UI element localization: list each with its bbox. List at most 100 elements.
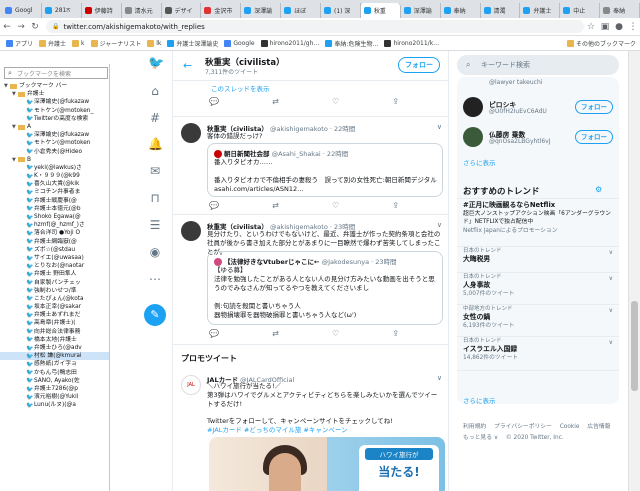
bookmark-item[interactable]: 🐦 橋本太地(弁護士 bbox=[0, 336, 109, 344]
like-icon[interactable]: ♡ bbox=[332, 329, 339, 338]
avatar[interactable] bbox=[181, 221, 201, 241]
share-icon[interactable]: ⇪ bbox=[392, 329, 399, 338]
bookmark-item[interactable]: 🐦 ミコチン弁事者ま bbox=[0, 188, 109, 196]
bookmark-item[interactable]: 🐦 とりなお(@naotar bbox=[0, 262, 109, 270]
bookmark-item[interactable]: 🐦 深澤諭史(@fukazaw bbox=[0, 98, 109, 106]
bookmark-bar-item[interactable]: アプリ bbox=[6, 39, 33, 48]
bookmark-item[interactable]: 🐦 サイエ(@uwasaa) bbox=[0, 254, 109, 262]
reload-icon[interactable]: ↻ bbox=[28, 22, 42, 32]
bookmark-item[interactable]: 🐦 こたぴょん(@kota bbox=[0, 295, 109, 303]
bookmark-item[interactable]: 🐦 弁護士 野田隼人 bbox=[0, 270, 109, 278]
trend-item-2[interactable]: 日本のトレンド 大晦税男 ∨ bbox=[457, 246, 619, 272]
back-icon[interactable]: ← bbox=[0, 22, 14, 32]
trend-item-1[interactable]: #正月に映画観るならNetflix 超巨大ノンストップアクション映画「6アンダー… bbox=[457, 198, 619, 246]
bookmark-bar-item[interactable]: ジャーナリスト bbox=[90, 39, 141, 48]
footer-cookie-link[interactable]: Cookie bbox=[560, 424, 580, 430]
promo-hashtags[interactable]: #JALカード #どっちのマイル旅 #キャンペーン bbox=[207, 426, 443, 435]
bookmark-item[interactable]: 🐦 弁護士7286(@p bbox=[0, 385, 109, 393]
bookmark-item[interactable]: 🐦 濱元裕樹(@Yukil bbox=[0, 393, 109, 401]
bookmark-item[interactable]: 🐦 弁護士ひろ(@adv bbox=[0, 344, 109, 352]
browser-tab[interactable]: 中止 bbox=[560, 3, 601, 18]
bookmark-item[interactable]: 🐦 強制わいせつ/準 bbox=[0, 287, 109, 295]
bookmark-item[interactable]: 🐦 モトケン(@motoken bbox=[0, 139, 109, 147]
who-show-more-link[interactable]: さらに表示 bbox=[463, 157, 496, 167]
bookmark-item[interactable]: 🐦 向井総合法律事務 bbox=[0, 328, 109, 336]
footer-more-link[interactable]: もっと見る ∨ bbox=[463, 435, 498, 441]
share-icon[interactable]: ⇪ bbox=[392, 97, 399, 106]
promo-image[interactable]: ハワイ旅行が 当たる! bbox=[209, 437, 445, 491]
list-icon[interactable]: ☰ bbox=[148, 218, 162, 232]
trend-item-5[interactable]: 日本のトレンド イスラエル入国録 14,862件のツイート ∨ bbox=[457, 336, 619, 368]
bookmark-item[interactable]: 🐦 モトケン(@motoken_ bbox=[0, 107, 109, 115]
gear-icon[interactable]: ⚙ bbox=[595, 185, 602, 194]
star-icon[interactable]: ☆ bbox=[584, 22, 598, 32]
browser-tab[interactable]: 深澤諭 bbox=[241, 3, 282, 18]
bookmark-item[interactable]: 🐦 村松 謙(@kmurai bbox=[0, 352, 109, 361]
avatar[interactable] bbox=[463, 97, 483, 117]
footer-ads-link[interactable]: 広告情報 bbox=[587, 424, 610, 430]
bookmark-item[interactable]: 🐦 自家製パンチェッ bbox=[0, 279, 109, 287]
quoted-tweet[interactable]: 朝日新聞社会部 @Asahi_Shakai · 22時間 番入りタピオカ…… 番… bbox=[207, 143, 443, 197]
reply-icon[interactable]: 💬 bbox=[209, 201, 219, 210]
twitter-logo-icon[interactable]: 🐦 bbox=[148, 57, 164, 71]
like-icon[interactable]: ♡ bbox=[332, 97, 339, 106]
bookmark-item[interactable]: 🐦 SANO, Ayako(佐 bbox=[0, 377, 109, 385]
bookmark-bar-item[interactable]: k bbox=[72, 39, 85, 47]
compose-tweet-button[interactable]: ✎ bbox=[144, 304, 166, 326]
bookmark-item[interactable]: 🐦 Lunu(ルヌ)(@a bbox=[0, 401, 109, 409]
page-scrollbar[interactable] bbox=[628, 51, 640, 491]
bookmark-item[interactable]: 🐦 高島章(弁護士)( bbox=[0, 319, 109, 327]
reply-icon[interactable]: 💬 bbox=[209, 97, 219, 106]
browser-tab[interactable]: (1) 深 bbox=[321, 3, 361, 18]
profile-icon[interactable]: ◉ bbox=[148, 245, 162, 259]
browser-tab[interactable]: 奉納 bbox=[600, 3, 640, 18]
reply-icon[interactable]: 💬 bbox=[209, 329, 219, 338]
profile-avatar-icon[interactable]: ● bbox=[612, 22, 626, 32]
bookmark-bar-item[interactable]: 奉納:危険生物… bbox=[325, 39, 378, 48]
avatar[interactable] bbox=[463, 127, 483, 147]
bookmark-item[interactable]: 🐦 K・９９９(@k99 bbox=[0, 172, 109, 180]
chevron-down-icon[interactable]: ∨ bbox=[437, 123, 442, 131]
bookmark-item[interactable]: 🐦 かもん弓(鴨志田 bbox=[0, 369, 109, 377]
show-thread-link[interactable]: このスレッドを表示 bbox=[211, 83, 270, 93]
bookmark-item[interactable]: 🐦 hzmf(@_hzmf_)さ bbox=[0, 221, 109, 229]
who-item-2[interactable]: ピロシキ @U0fH2IuEvC6AdU フォロー bbox=[463, 95, 613, 121]
scrollbar-thumb[interactable] bbox=[631, 301, 638, 391]
bookmark-item[interactable]: 🐦 Shoko Egawa(@ bbox=[0, 213, 109, 221]
home-icon[interactable]: ⌂ bbox=[148, 84, 162, 98]
footer-terms-link[interactable]: 利用規約 bbox=[463, 424, 486, 430]
menu-icon[interactable]: ⋮ bbox=[626, 22, 640, 32]
bookmark-folder[interactable]: ▼ A bbox=[0, 123, 109, 131]
other-bookmarks-folder[interactable]: その他のブックマーク bbox=[566, 39, 636, 48]
bookmark-item[interactable]: 🐦 喜久山大貴(@kik bbox=[0, 180, 109, 188]
bookmark-item[interactable]: 🐦 坂本正幸(@sakar bbox=[0, 303, 109, 311]
browser-tab[interactable]: 深澤諭 bbox=[401, 3, 441, 18]
hashtag-icon[interactable]: # bbox=[148, 111, 162, 125]
browser-tab[interactable]: 伊藤詩 bbox=[82, 3, 122, 18]
bookmark-item[interactable]: 🐦 Twitterの高度な検索 bbox=[0, 115, 109, 123]
footer-privacy-link[interactable]: プライバシーポリシー bbox=[494, 424, 552, 430]
bookmark-folder[interactable]: ▼ ブックマーク バー bbox=[0, 82, 109, 90]
chevron-down-icon[interactable]: ∨ bbox=[609, 307, 613, 314]
tweet-1[interactable]: 秋重実（civilista） @akishigemakoto · 22時間 ∨ … bbox=[173, 117, 448, 215]
chevron-down-icon[interactable]: ∨ bbox=[609, 339, 613, 346]
quoted-tweet[interactable]: 【法律好きなVtuberじゃこに← @Jakodesunya · 23時間 【ゆ… bbox=[207, 251, 443, 325]
bookmark-bar-item[interactable]: lk bbox=[147, 39, 161, 47]
browser-tab[interactable]: 秋重 bbox=[360, 3, 401, 18]
retweet-icon[interactable]: ⇄ bbox=[272, 97, 279, 106]
bookmark-item[interactable]: 🐦 弁護士あずれまだ bbox=[0, 311, 109, 319]
retweet-icon[interactable]: ⇄ bbox=[272, 329, 279, 338]
browser-tab[interactable]: Googl bbox=[2, 3, 42, 18]
chevron-down-icon[interactable]: ∨ bbox=[437, 374, 442, 382]
follow-button[interactable]: フォロー bbox=[575, 100, 613, 114]
trend-item-3[interactable]: 日本のトレンド 人身事故 5,007件のツイート ∨ bbox=[457, 272, 619, 304]
bookmark-item[interactable]: 🐦 弁護士戦慶事(@ bbox=[0, 197, 109, 205]
bookmark-item[interactable]: 🐦 ズボ☆(@stdau bbox=[0, 246, 109, 254]
trends-show-more-link[interactable]: さらに表示 bbox=[463, 395, 496, 405]
chevron-down-icon[interactable]: ∨ bbox=[609, 249, 613, 256]
back-arrow-icon[interactable]: ← bbox=[183, 59, 192, 72]
browser-tab[interactable]: 清水元 bbox=[122, 3, 162, 18]
bookmark-search-input[interactable]: ⌕ ブックマークを検索 bbox=[4, 67, 108, 79]
forward-icon[interactable]: → bbox=[14, 22, 28, 32]
follow-button[interactable]: フォロー bbox=[398, 57, 440, 73]
